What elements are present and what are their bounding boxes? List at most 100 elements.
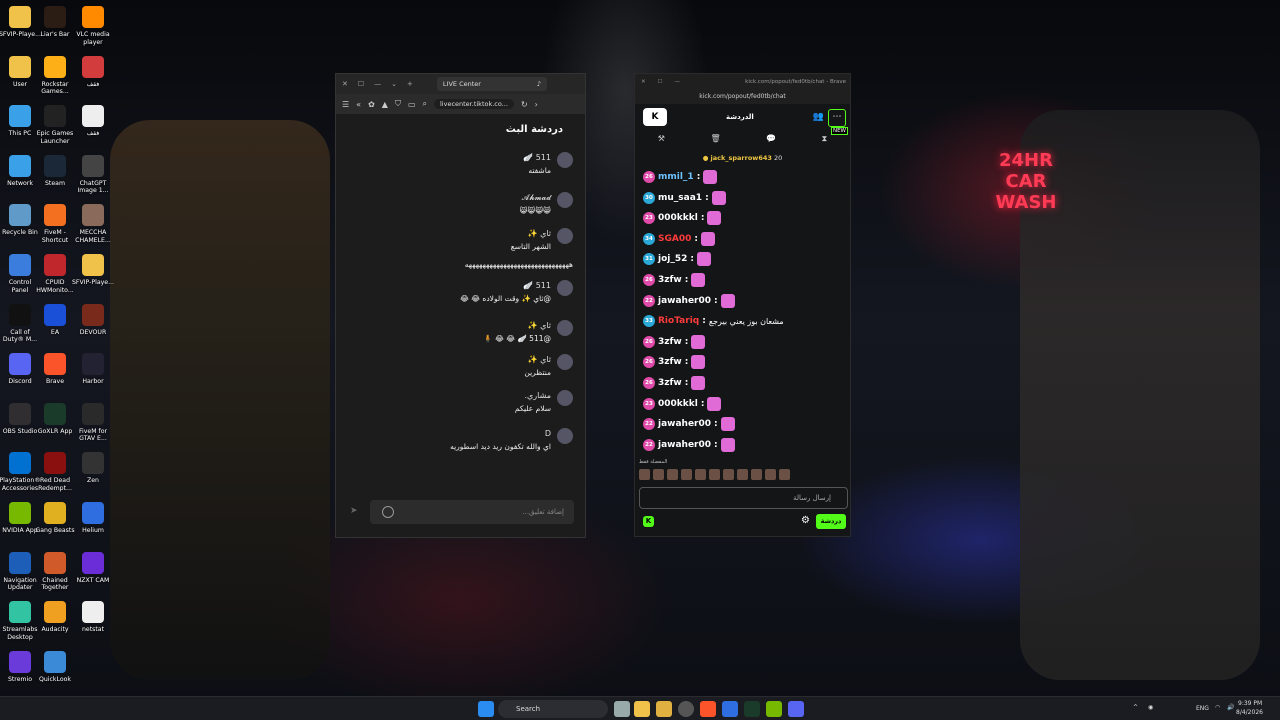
emote-icon[interactable] [765, 469, 776, 480]
hourglass-icon[interactable]: ⧗ [822, 134, 828, 144]
pinned-user[interactable]: jack_sparrow643 [710, 154, 771, 162]
comment-username[interactable]: 𝓐𝓱𝓶𝓪𝓭 [522, 193, 551, 203]
users-icon[interactable]: 👥 [813, 112, 824, 122]
desktop-icon[interactable]: Helium [70, 500, 116, 548]
menu-icon[interactable]: ☰ [342, 100, 349, 109]
forward-icon[interactable]: › [535, 100, 538, 109]
brave-icon[interactable] [700, 701, 716, 717]
chat-send-button[interactable]: دردشة [816, 514, 846, 529]
kick-username[interactable]: mu_saa1 [658, 193, 702, 203]
avatar[interactable] [557, 390, 573, 406]
message-input[interactable]: إرسال رسالة [639, 487, 848, 509]
file-explorer-icon[interactable] [634, 701, 650, 717]
desktop-icon[interactable]: Zen [70, 450, 116, 498]
cast-icon[interactable]: ▭ [408, 100, 416, 109]
desktop-icon[interactable]: QuickLook [32, 649, 78, 697]
desktop-icon[interactable]: NZXT CAM [70, 550, 116, 598]
kick-username[interactable]: 3zfw [658, 357, 682, 367]
kick-username[interactable]: 3zfw [658, 275, 682, 285]
emote-icon[interactable] [667, 469, 678, 480]
emote-icon[interactable] [695, 469, 706, 480]
avatar[interactable] [557, 428, 573, 444]
tray-app-icon[interactable]: ◉ [1148, 704, 1153, 711]
minimize-icon[interactable]: — [675, 79, 681, 85]
comment-username[interactable]: مشاري. [524, 391, 551, 400]
chevron-up-icon[interactable]: ^ [1133, 704, 1138, 711]
emote-icon[interactable] [723, 469, 734, 480]
maximize-icon[interactable]: ☐ [358, 80, 364, 88]
wifi-icon[interactable]: ◠ [1215, 704, 1220, 711]
desktop-icon[interactable]: فقف [70, 54, 116, 102]
kick-username[interactable]: SGA00 [658, 234, 691, 244]
avatar[interactable] [557, 152, 573, 168]
kick-username[interactable]: 3zfw [658, 337, 682, 347]
reload-icon[interactable]: ↻ [521, 100, 528, 109]
send-icon[interactable]: ➤ [350, 506, 360, 516]
kick-username[interactable]: mmil_1 [658, 172, 694, 182]
taskbar-search[interactable]: Search [498, 700, 608, 718]
kick-username[interactable]: RioTariq [658, 316, 699, 326]
desktop-icon[interactable]: FiveM for GTAV E... [70, 401, 116, 449]
back-icon[interactable]: « [356, 100, 361, 109]
desktop-icon[interactable]: Harbor [70, 351, 116, 399]
avatar[interactable] [557, 228, 573, 244]
avatar[interactable] [557, 354, 573, 370]
comment-username[interactable]: ثاي ✨ [528, 321, 551, 330]
trash-icon[interactable]: 🗑 [710, 134, 720, 144]
kick-username[interactable]: joj_52 [658, 254, 687, 264]
task-view-icon[interactable] [614, 701, 630, 717]
avatar[interactable] [557, 192, 573, 208]
emote-icon[interactable] [779, 469, 790, 480]
maximize-icon[interactable]: ☐ [658, 79, 663, 85]
emote-icon[interactable] [751, 469, 762, 480]
comment-username[interactable]: 511 🪽 [523, 153, 551, 162]
new-tab-icon[interactable]: + [407, 80, 413, 88]
clock-time[interactable]: 9:39 PM [1238, 700, 1262, 707]
desktop-icon[interactable]: DEVOUR [70, 302, 116, 350]
desktop-icon[interactable]: VLC media player [70, 4, 116, 52]
kick-username[interactable]: jawaher00 [658, 419, 711, 429]
desktop-icon[interactable]: MECCHA CHAMELE... [70, 202, 116, 250]
tab-live-center[interactable]: LIVE Center ♪ [436, 77, 547, 91]
emoji-icon[interactable] [382, 506, 394, 518]
comment-username[interactable]: D [545, 429, 551, 438]
emote-icon[interactable] [737, 469, 748, 480]
search-icon[interactable]: ⌕ [423, 99, 427, 109]
close-icon[interactable]: ✕ [641, 79, 646, 85]
windows-start-icon[interactable] [478, 701, 494, 717]
avatar[interactable] [557, 320, 573, 336]
kick-k-icon[interactable]: K [643, 516, 654, 527]
comment-username[interactable]: ثاي ✨ [528, 229, 551, 238]
extensions-icon[interactable]: ✿ [368, 100, 375, 109]
goxlr-icon[interactable] [744, 701, 760, 717]
gear-icon[interactable]: ⚙ [801, 515, 810, 526]
emote-icon[interactable] [653, 469, 664, 480]
kick-address-bar[interactable]: kick.com/popout/fed0tb/chat [635, 90, 850, 104]
comment-username[interactable]: 511 🪽 [523, 281, 551, 290]
desktop-icon[interactable]: netstat [70, 599, 116, 647]
nvidia-icon[interactable] [766, 701, 782, 717]
kick-username[interactable]: 3zfw [658, 378, 682, 388]
comment-input[interactable]: إضافة تعليق... [370, 500, 574, 524]
desktop-icon[interactable]: SFVIP-Playe... [70, 252, 116, 300]
minimize-icon[interactable]: — [374, 80, 381, 88]
emote-icon[interactable] [681, 469, 692, 480]
avatar[interactable] [557, 280, 573, 296]
app-icon[interactable] [678, 701, 694, 717]
lang-indicator[interactable]: ENG [1196, 705, 1209, 712]
chat-bubble-icon[interactable]: 💬 [766, 134, 776, 144]
url-bar[interactable]: livecenter.tiktok.co... [433, 99, 514, 109]
emote-icon[interactable] [709, 469, 720, 480]
hammer-icon[interactable]: ⚒ [658, 134, 665, 144]
kick-username[interactable]: jawaher00 [658, 440, 711, 450]
chevron-down-icon[interactable]: ⌄ [391, 80, 397, 88]
brave-shield-icon[interactable]: ⛉ [395, 99, 401, 109]
kick-username[interactable]: 000kkkl [658, 399, 698, 409]
desktop-icon[interactable]: فقف [70, 103, 116, 151]
comment-username[interactable]: ثاي ✨ [528, 355, 551, 364]
folder-icon[interactable] [656, 701, 672, 717]
kick-username[interactable]: 000kkkl [658, 213, 698, 223]
emote-icon[interactable] [639, 469, 650, 480]
kick-username[interactable]: jawaher00 [658, 296, 711, 306]
more-options-button[interactable]: ⋯ [828, 109, 846, 127]
